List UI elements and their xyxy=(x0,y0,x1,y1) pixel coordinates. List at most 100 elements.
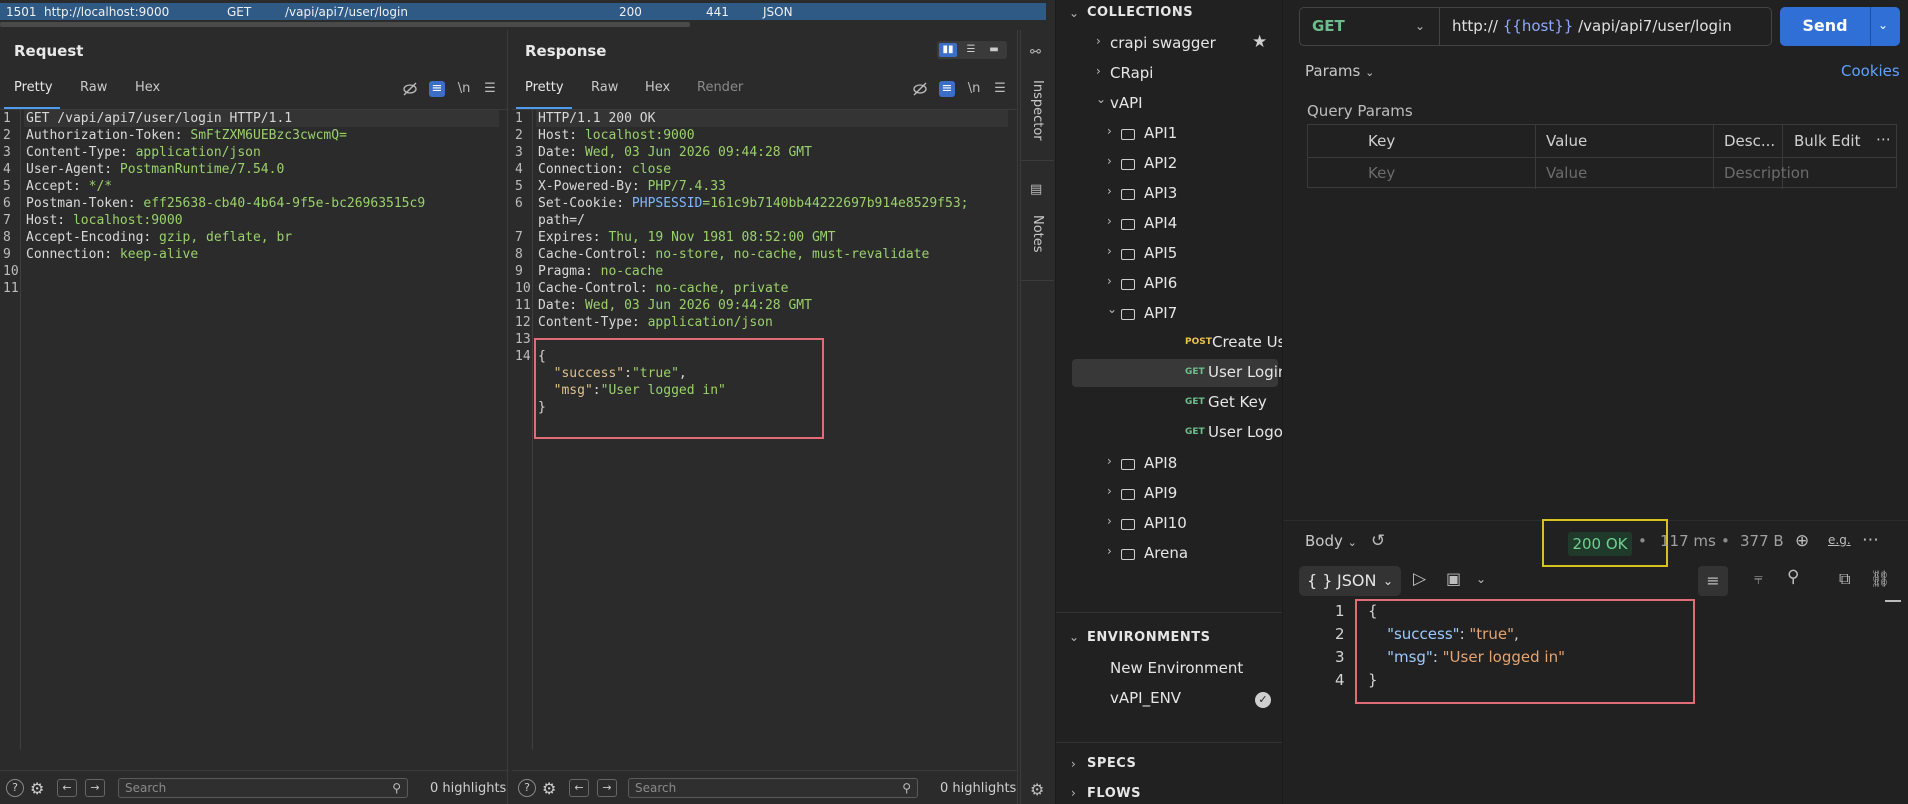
specs-header[interactable]: SPECS xyxy=(1087,756,1136,771)
request-search-input[interactable]: Search ⚲ xyxy=(118,778,408,798)
response-tab-render[interactable]: Render xyxy=(697,80,743,95)
play-icon[interactable]: ▷ xyxy=(1413,569,1426,589)
layout-stack-icon[interactable]: ☰ xyxy=(962,43,980,57)
response-tab-hex[interactable]: Hex xyxy=(645,80,670,95)
response-tab-raw[interactable]: Raw xyxy=(591,80,618,95)
code-line: GET /vapi/api7/user/login HTTP/1.1 xyxy=(26,110,292,127)
cookies-link[interactable]: Cookies xyxy=(1841,62,1900,80)
code-line: User-Agent: PostmanRuntime/7.54.0 xyxy=(26,161,284,178)
forward-arrow-icon[interactable]: → xyxy=(597,779,617,797)
folder-item[interactable]: › API10 xyxy=(1107,512,1277,540)
menu-icon[interactable]: ☰ xyxy=(992,81,1008,97)
back-arrow-icon[interactable]: ← xyxy=(57,779,77,797)
response-tab-pretty[interactable]: Pretty xyxy=(525,80,564,95)
globe-icon[interactable]: ⊕ xyxy=(1795,531,1809,551)
request-item[interactable]: GET User Logout xyxy=(1072,419,1298,447)
hide-icon[interactable] xyxy=(402,81,418,97)
environments-header[interactable]: ENVIRONMENTS xyxy=(1087,630,1211,645)
layout-toggle[interactable]: ▮▮ ☰ ▬ xyxy=(937,41,1007,59)
postman-main: GET ⌄ http:// {{host}} /vapi/api7/user/l… xyxy=(1282,0,1908,804)
gear-icon[interactable]: ⚙ xyxy=(542,779,556,798)
chevron-right-icon[interactable]: › xyxy=(1071,757,1076,771)
chevron-down-icon[interactable]: ⌄ xyxy=(1069,6,1079,20)
layout-split-icon[interactable]: ▮▮ xyxy=(939,43,957,57)
folder-item[interactable]: › API1 xyxy=(1107,122,1277,150)
request-tab-raw[interactable]: Raw xyxy=(80,80,107,95)
inspector-icon[interactable]: ⚯ xyxy=(1030,45,1041,60)
copy-icon[interactable]: ⧉ xyxy=(1839,569,1850,589)
wrap-lines-icon[interactable]: ≡ xyxy=(429,81,445,97)
qp-key-input[interactable]: Key xyxy=(1368,164,1395,182)
newline-toggle[interactable]: \n xyxy=(456,81,472,97)
response-search-input[interactable]: Search ⚲ xyxy=(628,778,918,798)
folder-item[interactable]: › API3 xyxy=(1107,182,1277,210)
wrap-lines-icon[interactable]: ≡ xyxy=(1698,566,1728,596)
image-icon[interactable]: ▣ xyxy=(1446,569,1461,588)
collection-crapi-swagger[interactable]: › crapi swagger ★ xyxy=(1096,32,1267,60)
chevron-right-icon: › xyxy=(1107,214,1112,228)
forward-arrow-icon[interactable]: → xyxy=(85,779,105,797)
menu-icon[interactable]: ☰ xyxy=(482,81,498,97)
request-item[interactable]: GET Get Key xyxy=(1072,389,1278,417)
folder-item[interactable]: › API2 xyxy=(1107,152,1277,180)
collection-vapi[interactable]: ⌄ vAPI xyxy=(1096,92,1266,120)
layout-single-icon[interactable]: ▬ xyxy=(985,43,1003,57)
line-number: 7 xyxy=(3,213,11,228)
request-tab-hex[interactable]: Hex xyxy=(135,80,160,95)
history-selected-row[interactable]: 1501 http://localhost:9000 GET /vapi/api… xyxy=(0,3,1046,20)
folder-item[interactable]: › API8 xyxy=(1107,452,1277,480)
flows-header[interactable]: FLOWS xyxy=(1087,786,1141,801)
chevron-down-icon[interactable]: ⌄ xyxy=(1878,18,1888,32)
history-icon[interactable]: ↺ xyxy=(1371,531,1385,551)
body-tab[interactable]: Body ⌄ xyxy=(1305,532,1357,550)
folder-item[interactable]: › API5 xyxy=(1107,242,1277,270)
search-icon[interactable]: ⚲ xyxy=(1787,567,1799,587)
url-bar: GET ⌄ http:// {{host}} /vapi/api7/user/l… xyxy=(1299,7,1772,46)
method-badge: GET xyxy=(1185,427,1205,437)
more-options-icon[interactable]: ⋯ xyxy=(1876,130,1891,148)
folder-item[interactable]: ⌄ API7 xyxy=(1107,302,1277,330)
chevron-right-icon[interactable]: › xyxy=(1071,786,1076,800)
send-button[interactable]: Send ⌄ xyxy=(1780,7,1900,46)
gear-icon[interactable]: ⚙ xyxy=(30,779,44,798)
environment-new[interactable]: New Environment xyxy=(1110,657,1275,685)
back-arrow-icon[interactable]: ← xyxy=(569,779,589,797)
help-icon[interactable]: ? xyxy=(6,779,24,797)
wrap-lines-icon[interactable]: ≡ xyxy=(939,81,955,97)
line-number: 2 xyxy=(515,128,523,143)
chevron-down-icon[interactable]: ⌄ xyxy=(1069,630,1079,644)
example-icon[interactable]: e.g. xyxy=(1828,533,1851,547)
hide-icon[interactable] xyxy=(912,81,928,97)
status-badge: 200 OK xyxy=(1568,532,1632,556)
notes-icon[interactable]: ▤ xyxy=(1030,182,1042,197)
folder-item[interactable]: › Arena xyxy=(1107,542,1277,570)
environment-vapi-env[interactable]: vAPI_ENV ✓ xyxy=(1110,687,1275,715)
newline-toggle[interactable]: \n xyxy=(966,81,982,97)
line-number: 2 xyxy=(1335,625,1345,643)
url-input[interactable]: http:// {{host}} /vapi/api7/user/login xyxy=(1452,17,1732,35)
folder-item[interactable]: › API4 xyxy=(1107,212,1277,240)
collections-header[interactable]: COLLECTIONS xyxy=(1087,5,1193,20)
params-tab[interactable]: Params ⌄ xyxy=(1305,62,1374,80)
folder-item[interactable]: › API6 xyxy=(1107,272,1277,300)
request-tab-pretty[interactable]: Pretty xyxy=(14,80,53,95)
request-item[interactable]: GET User Login xyxy=(1072,359,1287,387)
notes-tab[interactable]: Notes xyxy=(1030,215,1045,253)
inspector-tab[interactable]: Inspector xyxy=(1030,80,1045,141)
bulk-edit-button[interactable]: Bulk Edit xyxy=(1794,132,1860,150)
star-icon[interactable]: ★ xyxy=(1252,32,1267,52)
qp-description-input[interactable]: Description xyxy=(1724,164,1809,182)
more-options-icon[interactable]: ⋯ xyxy=(1862,530,1879,550)
history-scrollbar[interactable] xyxy=(0,22,690,27)
gear-icon[interactable]: ⚙ xyxy=(1030,780,1044,799)
filter-icon[interactable]: ⫧ xyxy=(1754,569,1763,589)
qp-value-input[interactable]: Value xyxy=(1546,164,1587,182)
chevron-down-icon[interactable]: ⌄ xyxy=(1476,572,1486,586)
collection-crapi[interactable]: › CRapi xyxy=(1096,62,1266,90)
method-select[interactable]: GET ⌄ xyxy=(1300,8,1440,45)
link-icon[interactable]: ⛓ xyxy=(1870,569,1890,588)
format-select[interactable]: { } JSON ⌄ xyxy=(1299,566,1401,596)
help-icon[interactable]: ? xyxy=(518,779,536,797)
folder-item[interactable]: › API9 xyxy=(1107,482,1277,510)
request-item[interactable]: POST Create User xyxy=(1072,329,1301,357)
